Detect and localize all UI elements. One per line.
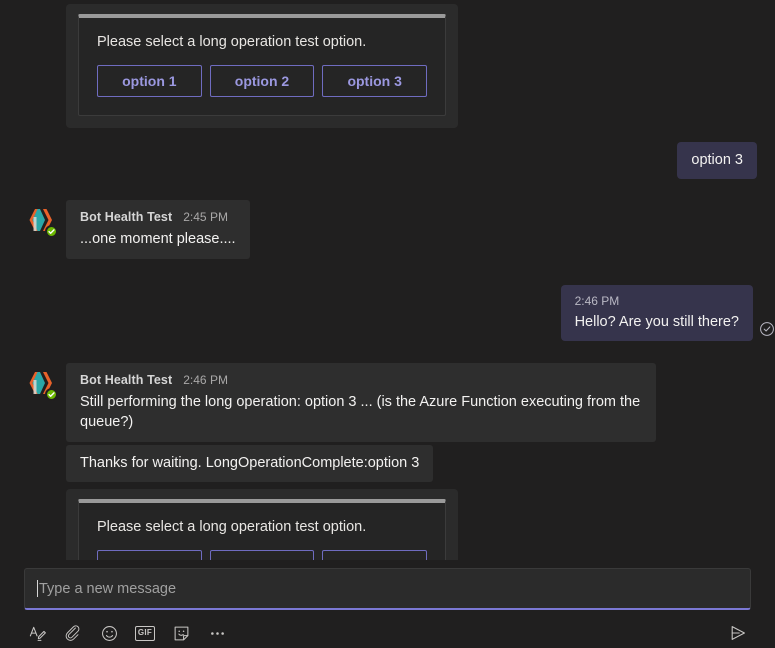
message-outgoing-option3: option 3 [0, 142, 775, 179]
avatar[interactable] [24, 366, 58, 401]
message-meta: Bot Health Test 2:46 PM [80, 372, 642, 389]
adaptive-card-title: Please select a long operation test opti… [97, 34, 367, 50]
message-bot-one-moment: Bot Health Test 2:45 PM ...one moment pl… [0, 200, 775, 260]
bot-message-stack: Bot Health Test 2:45 PM ...one moment pl… [66, 200, 250, 260]
text-caret [37, 580, 38, 597]
message-bubble: Bot Health Test 2:46 PM Still performing… [66, 362, 656, 443]
message-bubble: 2:46 PM Hello? Are you still there? [560, 285, 753, 341]
avatar-gutter [0, 363, 66, 401]
compose-area: Type a new message GIF [0, 560, 775, 648]
card-action-option-3[interactable]: option 3 [322, 65, 428, 97]
message-outgoing-hello: 2:46 PM Hello? Are you still there? [0, 285, 775, 341]
card-action-option-2[interactable]: option 2 [209, 65, 315, 97]
timestamp: 2:46 PM [574, 294, 620, 309]
card-action-option-1[interactable]: option 1 [97, 65, 202, 97]
card-action-option-2[interactable]: option 2 [209, 550, 315, 560]
adaptive-card-body: Please select a long operation test opti… [78, 499, 446, 560]
message-bot-long-operation: Bot Health Test 2:46 PM Still performing… [0, 362, 775, 560]
send-icon[interactable] [725, 620, 751, 646]
message-bubble: Thanks for waiting. LongOperationComplet… [66, 445, 434, 483]
message-card-1: Please select a long operation test opti… [0, 0, 775, 128]
timestamp: 2:46 PM [183, 372, 228, 387]
presence-available-icon [45, 387, 58, 401]
avatar-gutter [0, 200, 66, 238]
attach-file-icon[interactable] [60, 620, 86, 646]
adaptive-card-actions: option 1 option 2 option 3 [97, 550, 428, 560]
adaptive-card-actions: option 1 option 2 option 3 [97, 65, 428, 97]
message-input-box[interactable]: Type a new message [24, 568, 751, 610]
compose-tool-icons: GIF [24, 620, 230, 646]
compose-toolbar: GIF [24, 620, 751, 646]
emoji-icon[interactable] [96, 620, 122, 646]
timestamp: 2:45 PM [183, 210, 228, 224]
message-text: Thanks for waiting. LongOperationComplet… [80, 455, 420, 472]
message-input-placeholder: Type a new message [39, 580, 177, 597]
presence-available-icon [45, 225, 58, 238]
author-name: Bot Health Test [80, 210, 173, 224]
more-options-icon[interactable] [204, 620, 230, 646]
message-text: Still performing the long operation: opt… [80, 394, 641, 431]
message-text: ...one moment please.... [80, 231, 236, 248]
avatar-gutter [0, 4, 66, 8]
gif-icon[interactable]: GIF [132, 620, 158, 646]
outgoing-wrap: 2:46 PM Hello? Are you still there? [560, 285, 775, 341]
outgoing-wrap: option 3 [677, 142, 757, 179]
circle-check-icon [759, 321, 775, 337]
message-text: Hello? Are you still there? [574, 313, 739, 330]
adaptive-card: Please select a long operation test opti… [66, 4, 458, 128]
adaptive-card-body: Please select a long operation test opti… [78, 14, 446, 116]
message-list[interactable]: Please select a long operation test opti… [0, 0, 775, 560]
sticker-icon[interactable] [168, 620, 194, 646]
format-text-icon[interactable] [24, 620, 50, 646]
gif-label: GIF [134, 625, 156, 641]
teams-chat-window: Please select a long operation test opti… [0, 0, 775, 648]
bot-message-stack: Bot Health Test 2:46 PM Still performing… [66, 362, 656, 560]
avatar[interactable] [24, 204, 58, 238]
message-bubble: Bot Health Test 2:45 PM ...one moment pl… [66, 200, 250, 260]
message-bubble: option 3 [677, 142, 757, 179]
adaptive-card: Please select a long operation test opti… [66, 489, 458, 560]
message-meta: Bot Health Test 2:45 PM [80, 209, 236, 226]
adaptive-card-title: Please select a long operation test opti… [97, 519, 367, 536]
card-action-option-1[interactable]: option 1 [97, 550, 202, 560]
card-action-option-3[interactable]: option 3 [322, 550, 428, 560]
author-name: Bot Health Test [80, 372, 173, 387]
